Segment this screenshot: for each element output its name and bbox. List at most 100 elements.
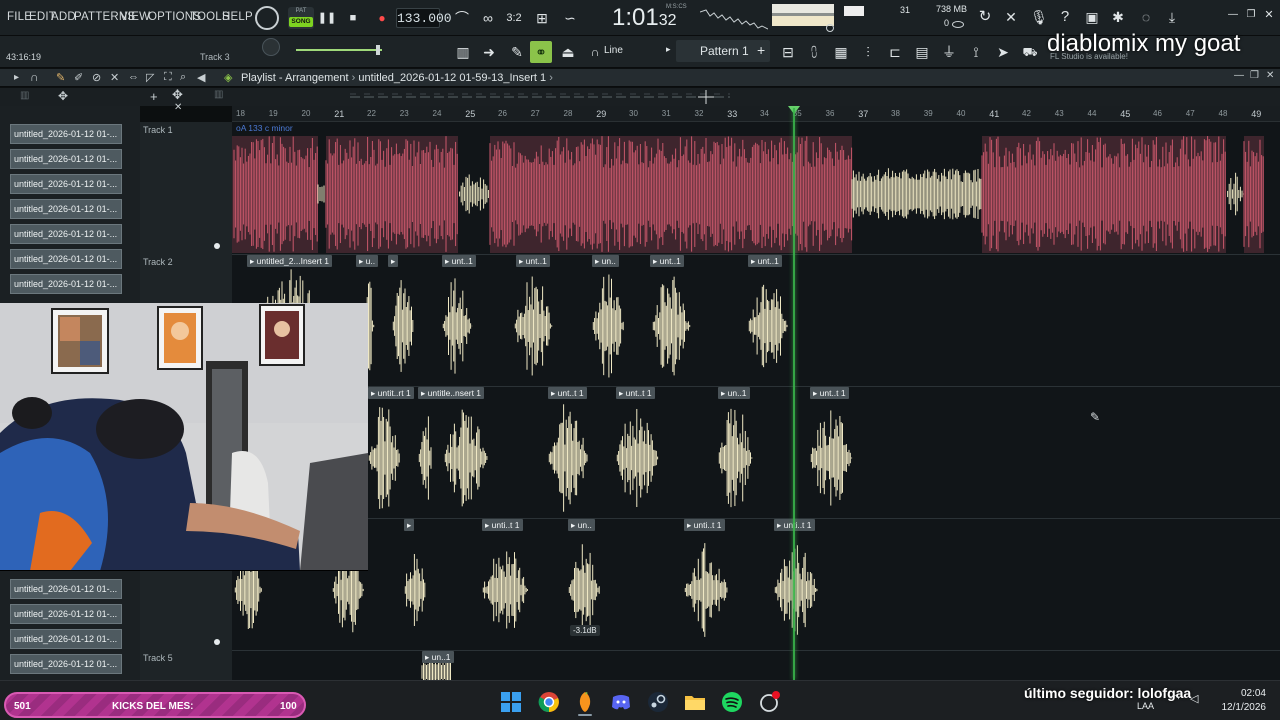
browser-item[interactable]: untitled_2026-01-12 01-... [10,629,122,649]
clip-label[interactable]: ▸ un..1 [718,387,750,399]
clip-label[interactable]: ▸ u.. [356,255,379,267]
bug-icon[interactable]: ✱ [1107,6,1129,28]
browser-item[interactable]: untitled_2026-01-12 01-... [10,124,122,144]
discord-icon[interactable] [609,690,633,714]
spotify-icon[interactable] [720,690,744,714]
remove-icon[interactable]: ✕ [174,102,182,113]
clip-label[interactable]: ▸ [404,519,415,531]
pick-icon[interactable]: ⟟ [965,41,987,63]
piano-grid-icon[interactable]: ▥ [214,89,223,100]
playback-tool-icon[interactable]: ◀ [197,71,205,84]
microphone-icon[interactable]: 🎙 [1028,6,1050,28]
wait-icon[interactable]: ∞ [477,7,499,29]
menu-add[interactable]: ADD [51,11,76,23]
file-explorer-icon[interactable] [683,690,707,714]
track-1-led[interactable] [214,243,220,249]
steam-icon[interactable] [646,690,670,714]
volume-icon[interactable]: ◁ [1190,692,1198,705]
fl-studio-icon[interactable] [573,690,597,714]
play-icon[interactable]: ▸ [14,72,19,83]
playlist-restore-icon[interactable]: ❐ [1250,70,1259,81]
pattern-select[interactable]: Pattern 1 [676,40,770,62]
browser-item[interactable]: untitled_2026-01-12 01-... [10,249,122,269]
browser-item[interactable]: untitled_2026-01-12 01-... [10,654,122,674]
timeline-ruler[interactable]: 18 19 20 21 22 23 24 25 26 27 28 29 30 31 32 33 34 35 36 37… [232,106,1280,122]
slice-tool-icon[interactable]: ◸ [146,71,154,84]
loop-record-icon[interactable]: ∽ [559,7,581,29]
browser-item[interactable]: untitled_2026-01-12 01-... [10,579,122,599]
cut-tools-icon[interactable]: ✕ [1000,6,1022,28]
stop-icon[interactable]: ■ [342,7,364,29]
wifi-icon[interactable]: ◠ [1170,692,1180,705]
master-knob-icon[interactable] [255,6,279,30]
track-name-1[interactable]: Track 1 [143,125,173,135]
clip-label[interactable]: ▸ un..1 [422,651,454,663]
record-icon[interactable]: ● [371,7,393,29]
clip-label[interactable]: ▸ unt..1 [442,255,476,267]
help-icon[interactable]: ? [1054,6,1076,28]
menu-help[interactable]: HELP [222,11,253,23]
playlist-close-icon[interactable]: ✕ [1266,70,1274,81]
master-volume-slider[interactable] [296,49,382,51]
files-icon[interactable]: ▤ [911,41,933,63]
refresh-icon[interactable]: ↻ [974,6,996,28]
track-4-led[interactable] [214,639,220,645]
snap-select[interactable]: Line [588,40,660,62]
clip-label[interactable]: ▸ unt..1 [650,255,684,267]
pencil-icon[interactable]: ✎ [506,41,528,63]
browser-item[interactable]: untitled_2026-01-12 01-... [10,224,122,244]
clip-label[interactable]: ▸ un.. [568,519,595,531]
mixer-icon[interactable]: ⫶ [857,41,879,63]
clip-label[interactable]: ▸ unti..t 1 [482,519,523,531]
clip-label[interactable]: ▸ unt..1 [748,255,782,267]
pat-song-toggle[interactable]: PAT SONG [288,7,314,29]
clip-label[interactable]: ▸ unt..t 1 [548,387,587,399]
poly-knob-icon[interactable] [952,21,964,28]
browser-item[interactable]: untitled_2026-01-12 01-... [10,274,122,294]
app-icon[interactable] [757,690,781,714]
clip-label[interactable]: ▸ untit..rt 1 [368,387,414,399]
magnet-snap-icon[interactable]: ∩ [30,70,39,84]
pattern-prev-icon[interactable]: ▸ [666,44,671,55]
piano-icon[interactable]: ▥ [452,41,474,63]
playlist-play-icon[interactable]: ◈ [224,71,232,84]
arrow-right-icon[interactable]: ➜ [478,41,500,63]
clip-label[interactable]: ▸ un.. [592,255,619,267]
playlist-minimize-icon[interactable]: — [1234,70,1244,81]
metronome-icon[interactable]: ⌒ [451,7,473,29]
piano-roll-icon[interactable]: ⩇ [803,41,825,63]
save-icon[interactable]: ▣ [1081,6,1103,28]
add-pattern-icon[interactable]: + [757,42,765,58]
browser-icon[interactable]: ⊏ [884,41,906,63]
mute-tool-icon[interactable]: ✕ [110,71,119,84]
step-edit-icon[interactable]: ⊞ [531,7,553,29]
expand-icon[interactable]: ✥ [172,87,183,103]
browser-item[interactable]: untitled_2026-01-12 01-... [10,149,122,169]
clip-label[interactable]: ▸ untitle..nsert 1 [418,387,485,399]
plugin-icon[interactable]: ⏚ [938,41,960,63]
select-tool-icon[interactable]: ⛶ [164,71,172,84]
tempo-display[interactable]: 133.000 [396,8,452,28]
monitor-knob-icon[interactable] [826,24,834,32]
track-name-2[interactable]: Track 2 [143,257,173,267]
clip-label[interactable]: ▸ unt..t 1 [616,387,655,399]
bird-icon[interactable]: ➤ [992,41,1014,63]
language-indicator[interactable]: LAA [1137,701,1154,711]
stamp-icon[interactable]: ⏏ [557,41,579,63]
download-icon[interactable]: ⤓ [1161,6,1183,28]
paint-tool-icon[interactable]: ✐ [74,71,83,84]
clip-label[interactable]: ▸ [388,255,399,267]
playlist-icon[interactable]: ⊟ [777,41,799,63]
clip-label[interactable]: ▸ unt..t 1 [810,387,849,399]
menu-view[interactable]: VIEW [120,11,150,23]
browser-item[interactable]: untitled_2026-01-12 01-... [10,604,122,624]
channel-rack-icon[interactable]: ▦ [830,41,852,63]
pause-icon[interactable]: ❚❚ [316,7,338,29]
track-name-5[interactable]: Track 5 [143,653,173,663]
browser-item[interactable]: untitled_2026-01-12 01-... [10,199,122,219]
cart-icon[interactable]: ⛟ [1019,41,1041,63]
grid-icon[interactable]: ▥ [20,90,29,101]
clip-label[interactable]: ▸ untitled_2...Insert 1 [247,255,332,267]
clip-label[interactable]: ▸ unt..1 [516,255,550,267]
master-volume-handle[interactable] [376,45,380,55]
